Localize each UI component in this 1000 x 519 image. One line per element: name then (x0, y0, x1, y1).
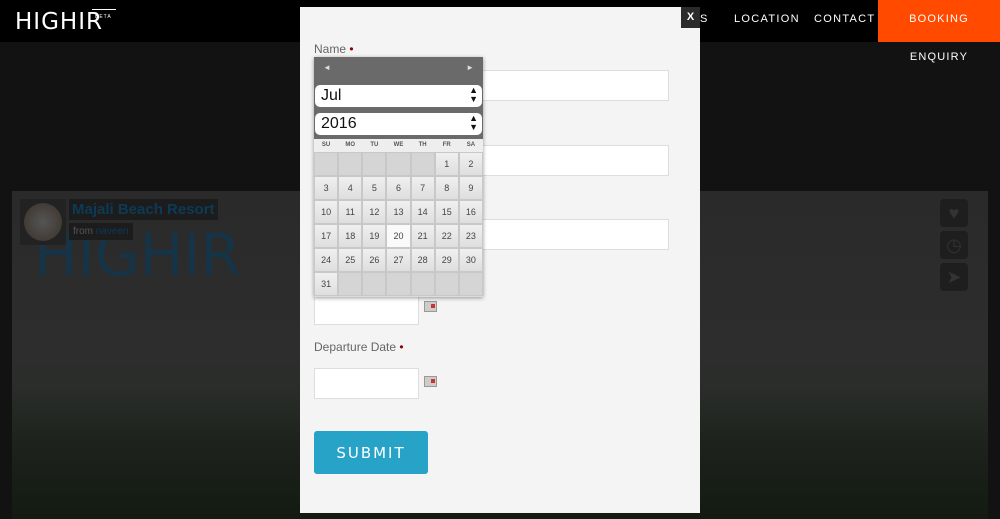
day-cell[interactable]: 31 (314, 272, 339, 296)
day-cell[interactable]: 23 (458, 224, 483, 248)
day-cell[interactable]: 30 (458, 248, 483, 272)
listing-title[interactable]: Majali Beach Resort (69, 199, 218, 220)
nav-item-contact[interactable]: CONTACT (814, 13, 875, 25)
day-cell[interactable]: 5 (362, 176, 387, 200)
departure-label: Departure Date • (314, 340, 404, 354)
day-empty (458, 272, 483, 296)
calendar-icon[interactable] (424, 376, 437, 387)
weekday-label: TU (370, 142, 379, 148)
day-cell[interactable]: 7 (410, 176, 435, 200)
day-cell[interactable]: 21 (410, 224, 435, 248)
close-button[interactable]: X (681, 7, 700, 28)
day-cell[interactable]: 19 (362, 224, 387, 248)
avatar[interactable] (20, 199, 66, 245)
prev-month-icon[interactable]: ◄ (323, 63, 331, 72)
day-empty (338, 272, 363, 296)
logo[interactable]: HIGHIR (15, 9, 103, 35)
day-cell[interactable]: 1 (434, 152, 459, 176)
day-cell[interactable]: 27 (386, 248, 411, 272)
day-cell[interactable]: 17 (314, 224, 339, 248)
calendar-icon[interactable] (424, 301, 437, 312)
day-empty (410, 272, 435, 296)
submit-button[interactable]: SUBMIT (314, 431, 428, 474)
month-select[interactable]: Jul ▲ ▼ (315, 85, 482, 107)
day-cell[interactable]: 11 (338, 200, 363, 224)
name-label: Name • (314, 42, 354, 56)
weekday-label: MO (345, 142, 356, 148)
day-cell[interactable]: 29 (434, 248, 459, 272)
day-cell[interactable]: 22 (434, 224, 459, 248)
day-empty (314, 152, 339, 176)
day-cell[interactable]: 3 (314, 176, 339, 200)
day-cell[interactable]: 9 (458, 176, 483, 200)
day-cell[interactable]: 18 (338, 224, 363, 248)
nav-item-partial[interactable]: S (700, 13, 709, 25)
weekday-label: TH (418, 142, 427, 148)
day-cell[interactable]: 8 (434, 176, 459, 200)
day-empty (410, 152, 435, 176)
day-empty (386, 152, 411, 176)
year-select[interactable]: 2016 ▲ ▼ (315, 113, 482, 135)
departure-date-input[interactable] (314, 368, 419, 399)
from-label: from (73, 226, 93, 237)
next-month-icon[interactable]: ► (466, 63, 474, 72)
beta-badge: BETA (95, 14, 112, 20)
weekday-header: SU MO TU WE TH FR SA (314, 138, 483, 152)
day-cell[interactable]: 12 (362, 200, 387, 224)
nav-item-location[interactable]: LOCATION (734, 13, 800, 25)
day-cell[interactable]: 15 (434, 200, 459, 224)
day-cell[interactable]: 13 (386, 200, 411, 224)
day-empty (362, 272, 387, 296)
day-empty (386, 272, 411, 296)
drone-icon (92, 9, 116, 12)
author-link[interactable]: naveen (96, 226, 129, 237)
weekday-label: SA (466, 142, 476, 148)
day-cell[interactable]: 20 (386, 224, 411, 248)
day-empty (338, 152, 363, 176)
clock-icon[interactable]: ◷ (940, 231, 968, 259)
day-cell[interactable]: 24 (314, 248, 339, 272)
day-empty (362, 152, 387, 176)
day-cell[interactable]: 10 (314, 200, 339, 224)
day-empty (434, 272, 459, 296)
day-cell[interactable]: 14 (410, 200, 435, 224)
day-cell[interactable]: 2 (458, 152, 483, 176)
weekday-label: FR (442, 142, 451, 148)
day-cell[interactable]: 28 (410, 248, 435, 272)
day-cell[interactable]: 25 (338, 248, 363, 272)
weekday-label: WE (393, 142, 404, 148)
arrival-date-input[interactable] (314, 294, 419, 325)
day-cell[interactable]: 26 (362, 248, 387, 272)
weekday-label: SU (321, 142, 331, 148)
datepicker: ◄ ► Jul ▲ ▼ 2016 ▲ ▼ SU MO TU WE TH FR SA 12345678… (314, 57, 483, 297)
day-cell[interactable]: 16 (458, 200, 483, 224)
day-cell[interactable]: 4 (338, 176, 363, 200)
send-icon[interactable]: ➤ (940, 263, 968, 291)
day-cell[interactable]: 6 (386, 176, 411, 200)
booking-enquiry-button[interactable]: BOOKING ENQUIRY (878, 0, 1000, 63)
listing-author: from naveen (69, 223, 133, 240)
day-grid: 1 2 3 4 5 6 7 8 9 10 11 12 13 14 15 16 17 18 19 20 21 22 23 24 2… (314, 152, 483, 296)
heart-icon[interactable]: ♥ (940, 199, 968, 227)
